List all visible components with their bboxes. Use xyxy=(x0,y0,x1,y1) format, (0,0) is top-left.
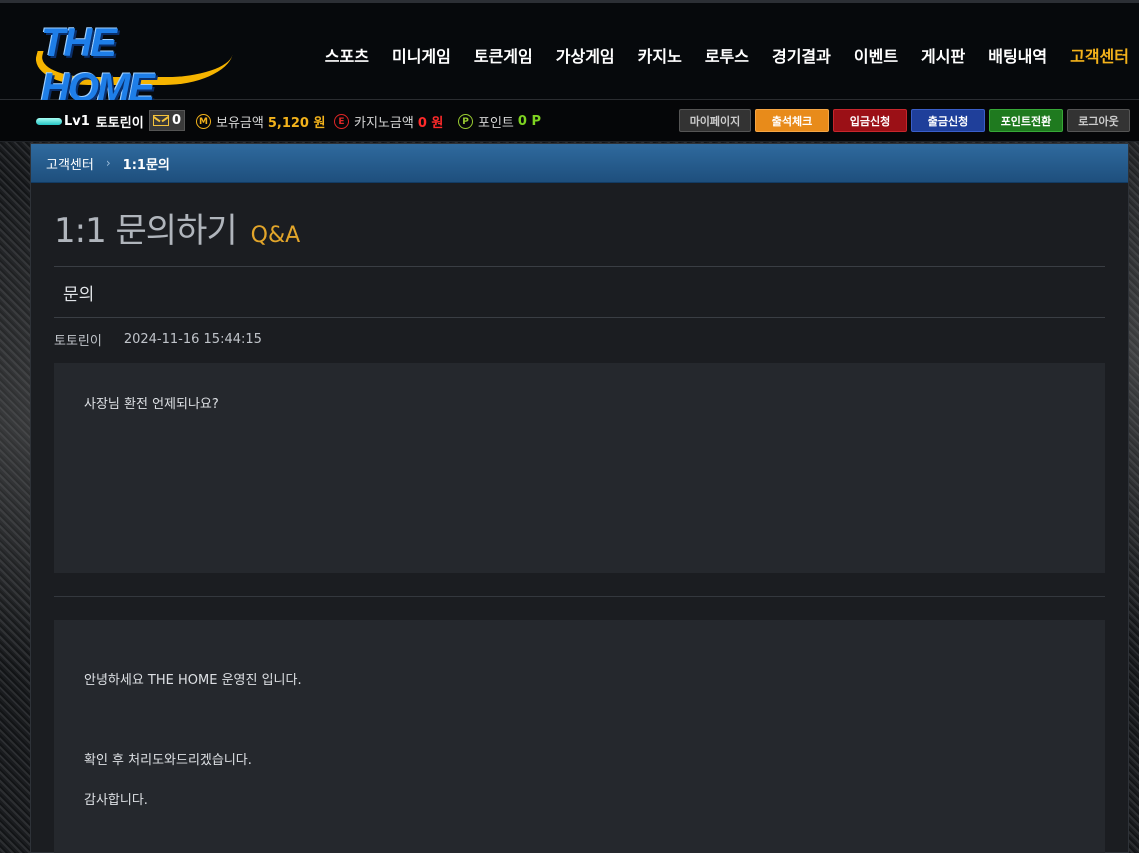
level-bar-icon xyxy=(36,118,62,125)
nav-customer-center[interactable]: 고객센터 xyxy=(1070,43,1129,67)
page-subtitle: Q&A xyxy=(250,223,301,248)
user-info-bar: Lv1 토토린이 0 M 보유금액 5,120 원 E 카지노금액 0 원 P … xyxy=(0,100,1139,142)
inquiry-body: 사장님 환전 언제되나요? xyxy=(54,363,1105,573)
nav-lotus[interactable]: 로투스 xyxy=(705,43,749,67)
page-title: 1:1 문의하기 xyxy=(54,211,238,251)
casino-value: 0 원 xyxy=(417,116,444,131)
message-button[interactable]: 0 xyxy=(149,110,186,131)
inquiry-text: 사장님 환전 언제되나요? xyxy=(84,397,219,412)
user-name: 토토린이 xyxy=(95,116,144,131)
header: THE HOME 스포츠 미니게임 토큰게임 가상게임 카지노 로투스 경기결과… xyxy=(0,0,1139,110)
point-value: 0 P xyxy=(517,114,541,129)
breadcrumb-current: 1:1문의 xyxy=(122,157,170,173)
balance-value: 5,120 원 xyxy=(267,116,326,131)
envelope-icon xyxy=(153,115,169,126)
reply-line: 안녕하세요 THE HOME 운영진 입니다. xyxy=(84,673,302,688)
breadcrumb-root[interactable]: 고객센터 xyxy=(46,154,94,173)
reply-line: 확인 후 처리도와드리겠습니다. xyxy=(84,753,252,768)
balance: M 보유금액 5,120 원 xyxy=(196,112,325,131)
reply-line: 감사합니다. xyxy=(84,793,148,808)
deposit-button[interactable]: 입금신청 xyxy=(833,109,907,132)
nav-casino[interactable]: 카지노 xyxy=(638,43,682,67)
message-count: 0 xyxy=(172,113,182,128)
nav-minigame[interactable]: 미니게임 xyxy=(392,43,451,67)
logout-button[interactable]: 로그아웃 xyxy=(1067,109,1130,132)
user-level: Lv1 토토린이 xyxy=(36,112,144,131)
nav-bet-history[interactable]: 배팅내역 xyxy=(988,43,1047,67)
level-label: Lv1 xyxy=(64,114,90,129)
point-coin-icon: P xyxy=(458,114,473,129)
casino-coin-icon: E xyxy=(334,114,349,129)
nav-board[interactable]: 게시판 xyxy=(921,43,965,67)
money-coin-icon: M xyxy=(196,114,211,129)
casino-balance: E 카지노금액 0 원 xyxy=(334,112,443,131)
balance-label: 보유금액 xyxy=(216,116,264,131)
logo-text: THE HOME xyxy=(41,21,155,110)
nav-token-game[interactable]: 토큰게임 xyxy=(474,43,533,67)
nav-sports[interactable]: 스포츠 xyxy=(325,43,369,67)
point-label: 포인트 xyxy=(478,116,514,131)
inquiry-meta: 토토린이 2024-11-16 15:44:15 xyxy=(31,318,1128,360)
content-panel: 고객센터 › 1:1문의 1:1 문의하기 Q&A 문의 토토린이 2024-1… xyxy=(30,143,1129,853)
breadcrumb: 고객센터 › 1:1문의 xyxy=(31,144,1128,183)
divider xyxy=(54,596,1105,597)
nav-virtual-game[interactable]: 가상게임 xyxy=(556,43,615,67)
nav-results[interactable]: 경기결과 xyxy=(772,43,831,67)
inquiry-author: 토토린이 xyxy=(54,333,102,349)
main-nav: 스포츠 미니게임 토큰게임 가상게임 카지노 로투스 경기결과 이벤트 게시판 … xyxy=(302,43,1139,67)
chevron-right-icon: › xyxy=(105,156,111,170)
site-logo[interactable]: THE HOME xyxy=(28,21,234,110)
mypage-button[interactable]: 마이페이지 xyxy=(679,109,751,132)
withdraw-button[interactable]: 출금신청 xyxy=(911,109,985,132)
attendance-button[interactable]: 출석체크 xyxy=(755,109,829,132)
point-convert-button[interactable]: 포인트전환 xyxy=(989,109,1063,132)
nav-events[interactable]: 이벤트 xyxy=(854,43,898,67)
action-buttons: 마이페이지 출석체크 입금신청 출금신청 포인트전환 로그아웃 xyxy=(675,109,1130,132)
reply-body: 안녕하세요 THE HOME 운영진 입니다. 확인 후 처리도와드리겠습니다.… xyxy=(54,620,1105,853)
inquiry-date: 2024-11-16 15:44:15 xyxy=(123,331,262,347)
casino-label: 카지노금액 xyxy=(354,116,414,131)
page-heading: 1:1 문의하기 Q&A xyxy=(31,183,1128,266)
points: P 포인트 0 P xyxy=(458,112,541,131)
inquiry-subject: 문의 xyxy=(63,284,95,305)
